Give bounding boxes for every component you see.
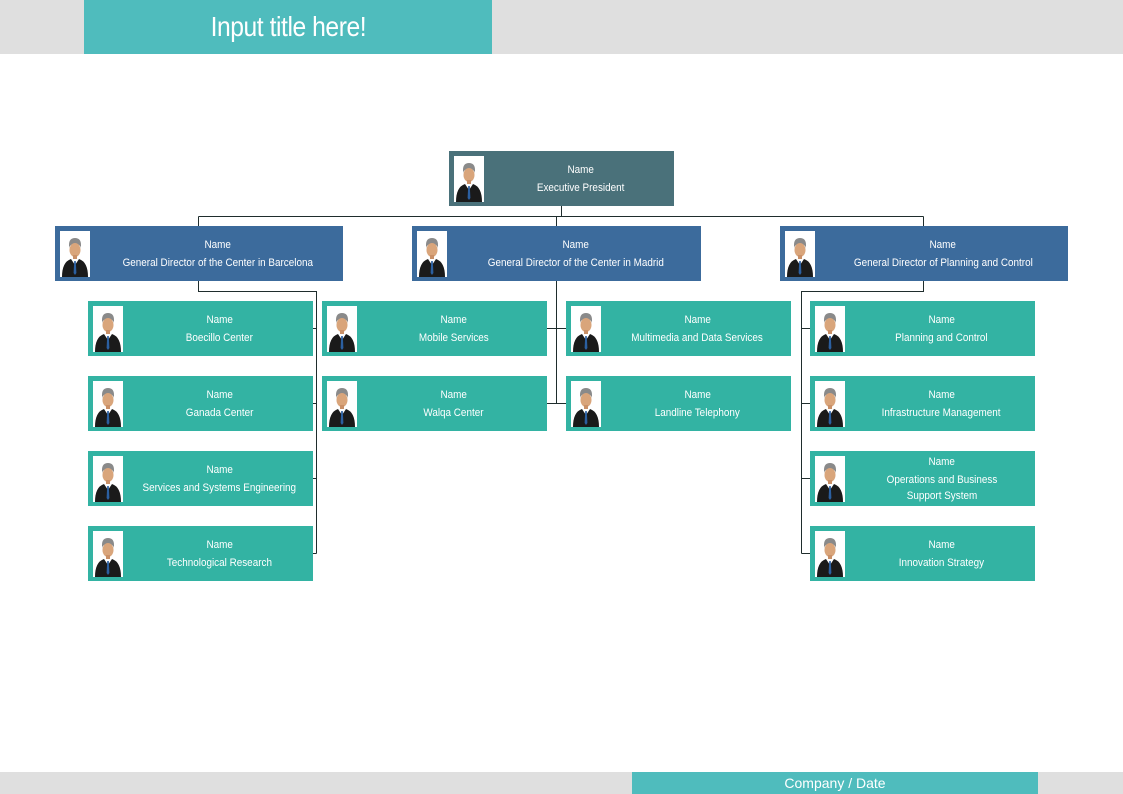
node-role: General Director of Planning and Control bbox=[853, 256, 1033, 269]
org-node-unit[interactable]: Name Innovation Strategy bbox=[810, 526, 1035, 581]
node-role: Landline Telephony bbox=[654, 406, 741, 419]
org-node-unit[interactable]: Name Ganada Center bbox=[88, 376, 313, 431]
person-avatar-icon bbox=[327, 380, 357, 427]
node-name: Name bbox=[567, 163, 594, 176]
node-name: Name bbox=[206, 463, 233, 476]
person-avatar-icon bbox=[93, 530, 123, 577]
person-avatar-icon bbox=[785, 230, 815, 277]
person-avatar-icon bbox=[327, 305, 357, 352]
person-avatar-icon bbox=[815, 455, 845, 502]
person-avatar-icon bbox=[571, 380, 601, 427]
node-role: Mobile Services bbox=[418, 331, 489, 344]
org-node-unit[interactable]: Name Services and Systems Engineering bbox=[88, 451, 313, 506]
person-avatar-icon bbox=[815, 530, 845, 577]
person-avatar-icon bbox=[815, 380, 845, 427]
org-node-director-barcelona[interactable]: Name General Director of the Center in B… bbox=[55, 226, 343, 281]
node-role: General Director of the Center in Madrid bbox=[487, 256, 664, 269]
org-node-unit[interactable]: Name Mobile Services bbox=[322, 301, 547, 356]
node-name: Name bbox=[206, 388, 233, 401]
node-role: Operations and Business Support System bbox=[886, 473, 997, 502]
person-avatar-icon bbox=[417, 230, 447, 277]
person-avatar-icon bbox=[60, 230, 90, 277]
person-avatar-icon bbox=[815, 305, 845, 352]
node-name: Name bbox=[929, 238, 957, 251]
node-role: Planning and Control bbox=[895, 331, 988, 344]
person-avatar-icon bbox=[571, 305, 601, 352]
node-name: Name bbox=[928, 313, 955, 326]
connector-exec-to-directors bbox=[198, 206, 924, 226]
node-role: Services and Systems Engineering bbox=[142, 481, 297, 494]
node-name: Name bbox=[440, 388, 467, 401]
org-node-unit[interactable]: Name Infrastructure Management bbox=[810, 376, 1035, 431]
node-name: Name bbox=[204, 238, 232, 251]
node-name: Name bbox=[684, 313, 711, 326]
org-node-unit[interactable]: Name Operations and Business Support Sys… bbox=[810, 451, 1035, 506]
org-node-unit[interactable]: Name Planning and Control bbox=[810, 301, 1035, 356]
org-node-unit[interactable]: Name Landline Telephony bbox=[566, 376, 791, 431]
node-name: Name bbox=[928, 538, 955, 551]
node-role: Ganada Center bbox=[185, 406, 254, 419]
node-name: Name bbox=[684, 388, 711, 401]
node-name: Name bbox=[440, 313, 467, 326]
connector-madrid-branch bbox=[547, 281, 566, 404]
node-name: Name bbox=[928, 455, 955, 468]
node-name: Name bbox=[206, 538, 233, 551]
node-role: Technological Research bbox=[166, 556, 273, 569]
org-node-unit[interactable]: Name Boecillo Center bbox=[88, 301, 313, 356]
node-role: Executive President bbox=[536, 181, 625, 194]
org-node-unit[interactable]: Name Walqa Center bbox=[322, 376, 547, 431]
node-name: Name bbox=[928, 388, 955, 401]
footer-text[interactable]: Company / Date bbox=[632, 772, 1038, 794]
person-avatar-icon bbox=[93, 455, 123, 502]
person-avatar-icon bbox=[93, 305, 123, 352]
node-role: Multimedia and Data Services bbox=[631, 331, 764, 344]
node-name: Name bbox=[206, 313, 233, 326]
node-name: Name bbox=[562, 238, 589, 251]
org-node-unit[interactable]: Name Multimedia and Data Services bbox=[566, 301, 791, 356]
org-node-executive[interactable]: Name Executive President bbox=[449, 151, 674, 206]
node-role: Innovation Strategy bbox=[898, 556, 985, 569]
person-avatar-icon bbox=[93, 380, 123, 427]
node-role: General Director of the Center in Barcel… bbox=[122, 256, 314, 269]
node-role: Boecillo Center bbox=[185, 331, 254, 344]
node-role: Infrastructure Management bbox=[882, 406, 1001, 419]
person-avatar-icon bbox=[454, 155, 484, 202]
org-node-director-planning[interactable]: Name General Director of Planning and Co… bbox=[780, 226, 1068, 281]
org-node-director-madrid[interactable]: Name General Director of the Center in M… bbox=[412, 226, 701, 281]
org-node-unit[interactable]: Name Technological Research bbox=[88, 526, 313, 581]
node-role: Walqa Center bbox=[423, 406, 484, 419]
